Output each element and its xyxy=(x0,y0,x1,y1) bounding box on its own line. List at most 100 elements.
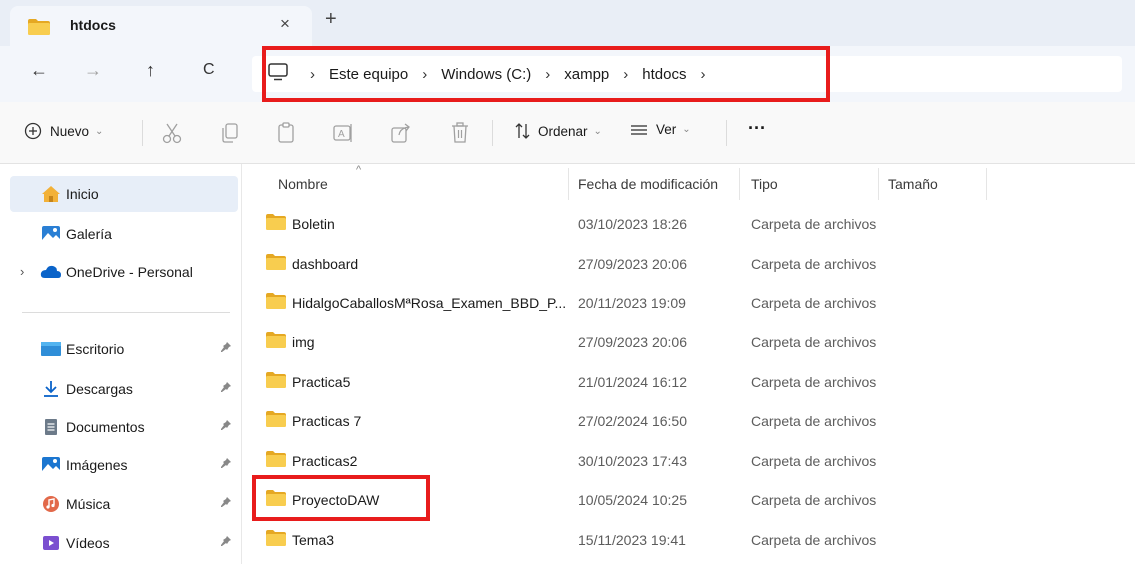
tab-htdocs[interactable]: htdocs × xyxy=(10,6,312,46)
file-type: Carpeta de archivos xyxy=(751,531,877,548)
file-name: Boletin xyxy=(292,215,335,232)
forward-arrow-icon[interactable]: → xyxy=(84,60,102,81)
folder-icon xyxy=(266,254,286,273)
sidebar-item-musica[interactable]: Música xyxy=(10,486,238,522)
close-tab-icon[interactable]: × xyxy=(280,14,290,34)
music-icon xyxy=(40,495,62,513)
table-row[interactable]: dashboard 27/09/2023 20:06 Carpeta de ar… xyxy=(242,244,1135,283)
pin-icon[interactable] xyxy=(220,419,232,434)
sidebar-item-label: Imágenes xyxy=(66,457,128,473)
desktop-icon xyxy=(40,340,62,358)
sidebar-item-label: Descargas xyxy=(66,381,133,397)
sidebar-item-label: OneDrive - Personal xyxy=(66,264,193,280)
share-icon[interactable] xyxy=(390,122,412,147)
file-type: Carpeta de archivos xyxy=(751,412,877,429)
table-row[interactable]: Practica5 21/01/2024 16:12 Carpeta de ar… xyxy=(242,362,1135,401)
table-row[interactable]: Practicas 7 27/02/2024 16:50 Carpeta de … xyxy=(242,401,1135,440)
chevron-down-icon: ⌄ xyxy=(95,125,104,137)
file-name-cell: img xyxy=(266,322,315,361)
sidebar-item-onedrive[interactable]: OneDrive - Personal xyxy=(10,254,238,290)
sidebar-item-descargas[interactable]: Descargas xyxy=(10,371,238,407)
pin-icon[interactable] xyxy=(220,341,232,356)
file-name: Practicas2 xyxy=(292,452,358,469)
folder-icon xyxy=(266,372,286,391)
new-button-label: Nuevo xyxy=(50,123,90,139)
view-lines-icon xyxy=(630,123,648,137)
sidebar-item-label: Galería xyxy=(66,226,112,242)
sort-arrows-icon xyxy=(514,122,532,140)
navigation-pane: Inicio Galería › OneDrive - Personal Esc… xyxy=(0,164,242,564)
home-icon xyxy=(40,185,62,203)
sort-button[interactable]: Ordenar ⌄ xyxy=(514,122,602,140)
more-options-icon[interactable]: ··· xyxy=(748,118,766,139)
table-row[interactable]: img 27/09/2023 20:06 Carpeta de archivos xyxy=(242,322,1135,361)
file-date: 21/01/2024 16:12 xyxy=(578,373,687,390)
column-header-name[interactable]: Nombre xyxy=(278,164,328,204)
file-date: 27/09/2023 20:06 xyxy=(578,255,687,272)
videos-icon xyxy=(40,534,62,552)
file-type: Carpeta de archivos xyxy=(751,373,877,390)
file-date: 27/02/2024 16:50 xyxy=(578,412,687,429)
column-header-size[interactable]: Tamaño xyxy=(888,164,938,204)
pin-icon[interactable] xyxy=(220,496,232,511)
pin-icon[interactable] xyxy=(220,535,232,550)
cut-icon[interactable] xyxy=(162,122,182,147)
folder-icon xyxy=(266,214,286,233)
table-row[interactable]: Boletin 03/10/2023 18:26 Carpeta de arch… xyxy=(242,204,1135,243)
new-tab-button[interactable]: + xyxy=(325,8,337,31)
column-separator[interactable] xyxy=(986,168,987,200)
column-separator[interactable] xyxy=(739,168,740,200)
tab-title: htdocs xyxy=(70,17,116,33)
file-type: Carpeta de archivos xyxy=(751,294,877,311)
new-button[interactable]: Nuevo ⌄ xyxy=(24,122,103,140)
view-button-label: Ver xyxy=(656,122,677,137)
column-separator[interactable] xyxy=(568,168,569,200)
up-arrow-icon[interactable]: ↑ xyxy=(146,60,155,81)
sidebar-item-galeria[interactable]: Galería xyxy=(10,216,238,252)
column-separator[interactable] xyxy=(878,168,879,200)
file-type: Carpeta de archivos xyxy=(751,452,877,469)
column-header-type[interactable]: Tipo xyxy=(751,164,778,204)
sidebar-item-documentos[interactable]: Documentos xyxy=(10,409,238,445)
sidebar-item-label: Escritorio xyxy=(66,341,125,357)
sidebar-item-videos[interactable]: Vídeos xyxy=(10,525,238,561)
file-name: dashboard xyxy=(292,255,359,272)
download-icon xyxy=(40,380,62,398)
file-type: Carpeta de archivos xyxy=(751,255,877,272)
table-row[interactable]: Tema3 15/11/2023 19:41 Carpeta de archiv… xyxy=(242,520,1135,559)
cloud-icon xyxy=(40,263,62,281)
copy-icon[interactable] xyxy=(220,122,240,147)
file-type: Carpeta de archivos xyxy=(751,491,877,508)
paste-icon[interactable] xyxy=(276,122,296,147)
row-highlight-box xyxy=(252,475,430,521)
back-arrow-icon[interactable]: ← xyxy=(30,60,48,81)
pin-icon[interactable] xyxy=(220,381,232,396)
svg-text:A: A xyxy=(338,129,345,140)
folder-icon xyxy=(266,332,286,351)
gallery-icon xyxy=(40,225,62,243)
document-icon xyxy=(40,418,62,436)
view-button[interactable]: Ver ⌄ xyxy=(630,122,691,137)
file-name-cell: Practica5 xyxy=(266,362,350,401)
folder-icon xyxy=(28,19,50,38)
table-row[interactable]: HidalgoCaballosMªRosa_Examen_BBD_P... 20… xyxy=(242,283,1135,322)
refresh-icon[interactable]: C xyxy=(203,61,215,79)
divider xyxy=(142,120,143,146)
column-header-date[interactable]: Fecha de modificación xyxy=(578,164,718,204)
sidebar-item-imagenes[interactable]: Imágenes xyxy=(10,447,238,483)
rename-icon[interactable]: A xyxy=(332,122,354,147)
command-bar: Nuevo ⌄ A Ordenar ⌄ Ver ⌄ ··· xyxy=(0,102,1135,164)
chevron-down-icon: ⌄ xyxy=(682,124,691,135)
delete-icon[interactable] xyxy=(450,122,470,147)
pin-icon[interactable] xyxy=(220,457,232,472)
folder-icon xyxy=(266,451,286,470)
file-date: 15/11/2023 19:41 xyxy=(578,531,686,548)
sidebar-item-escritorio[interactable]: Escritorio xyxy=(10,331,238,367)
sidebar-item-inicio[interactable]: Inicio xyxy=(10,176,238,212)
file-name-cell: dashboard xyxy=(266,244,358,283)
file-name: Practica5 xyxy=(292,373,351,390)
folder-icon xyxy=(266,293,286,312)
file-date: 03/10/2023 18:26 xyxy=(578,215,687,232)
file-name-cell: Tema3 xyxy=(266,520,334,559)
sort-caret-icon: ^ xyxy=(356,164,362,176)
